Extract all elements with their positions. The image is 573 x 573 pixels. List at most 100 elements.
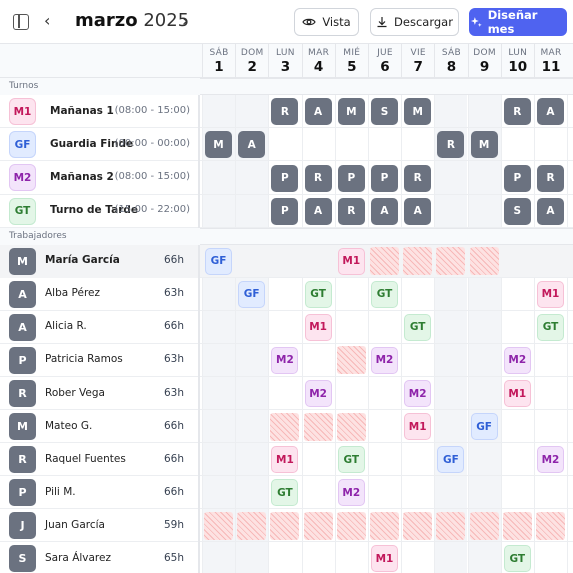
design-month-button[interactable]: Diseñar mes (469, 8, 567, 36)
unavailable-cell[interactable] (370, 247, 399, 276)
assigned-worker-cell[interactable]: A (238, 131, 266, 159)
shift-badge-cell[interactable]: M1 (537, 280, 564, 308)
assigned-worker-cell[interactable]: R (537, 164, 564, 192)
view-button[interactable]: Vista (294, 8, 359, 36)
shift-badge-cell[interactable]: GT (271, 479, 299, 507)
assigned-worker-cell[interactable]: A (371, 197, 398, 225)
assigned-worker-cell[interactable]: P (271, 164, 299, 192)
assigned-worker-cell[interactable]: P (371, 164, 398, 192)
shift-badge-cell[interactable]: GF (470, 413, 498, 441)
unavailable-cell[interactable] (469, 247, 499, 276)
worker-row-header[interactable]: R Rober Vega 63h (0, 377, 200, 411)
unavailable-cell[interactable] (336, 412, 366, 441)
unavailable-cell[interactable] (336, 511, 366, 540)
assigned-worker-cell[interactable]: R (271, 98, 299, 126)
shift-badge-cell[interactable]: M2 (337, 479, 365, 507)
day-header[interactable]: JUE 6 (368, 44, 401, 78)
shift-badge-cell[interactable]: GF (238, 280, 266, 308)
unavailable-cell[interactable] (370, 511, 399, 540)
unavailable-cell[interactable] (536, 511, 565, 540)
assigned-worker-cell[interactable]: A (537, 98, 564, 126)
shift-row-header[interactable]: GF Guardia Finde (00:00 - 00:00) (0, 128, 200, 162)
unavailable-cell[interactable] (502, 511, 532, 540)
shift-badge-cell[interactable]: M1 (371, 545, 398, 573)
assigned-worker-cell[interactable]: A (304, 98, 332, 126)
chevron-right-icon[interactable]: › (182, 11, 188, 30)
day-header[interactable]: MAR 4 (301, 44, 335, 78)
assigned-worker-cell[interactable]: A (537, 197, 564, 225)
shift-badge-cell[interactable]: M2 (271, 346, 299, 374)
unavailable-cell[interactable] (237, 511, 267, 540)
assigned-worker-cell[interactable]: P (337, 164, 365, 192)
unavailable-cell[interactable] (403, 511, 433, 540)
day-header[interactable]: MIÉ 5 (334, 44, 368, 78)
worker-row-header[interactable]: P Patricia Ramos 63h (0, 343, 200, 377)
shift-row-header[interactable]: M2 Mañanas 2 (08:00 - 15:00) (0, 161, 200, 195)
unavailable-cell[interactable] (436, 247, 466, 276)
shift-badge-cell[interactable]: GT (304, 280, 332, 308)
assigned-worker-cell[interactable]: R (404, 164, 432, 192)
assigned-worker-cell[interactable]: A (404, 197, 432, 225)
assigned-worker-cell[interactable]: P (271, 197, 299, 225)
shift-row-header[interactable]: M1 Mañanas 1 (08:00 - 15:00) (0, 95, 200, 129)
assigned-worker-cell[interactable]: A (304, 197, 332, 225)
unavailable-cell[interactable] (336, 346, 366, 375)
unavailable-cell[interactable] (270, 412, 300, 441)
shift-badge-cell[interactable]: GT (371, 280, 398, 308)
unavailable-cell[interactable] (303, 412, 333, 441)
shift-badge-cell[interactable]: M1 (503, 380, 531, 408)
shift-badge-cell[interactable]: M2 (404, 380, 432, 408)
day-header[interactable]: VIE 7 (401, 44, 434, 78)
assigned-worker-cell[interactable]: S (503, 197, 531, 225)
assigned-worker-cell[interactable]: M (337, 98, 365, 126)
shift-badge-cell[interactable]: GT (404, 313, 432, 341)
assigned-worker-cell[interactable]: R (304, 164, 332, 192)
shift-row-header[interactable]: GT Turno de Tarde (15:00 - 22:00) (0, 194, 200, 228)
shift-badge-cell[interactable]: M1 (337, 247, 365, 275)
download-button[interactable]: Descargar (370, 8, 459, 36)
assigned-worker-cell[interactable]: M (205, 131, 232, 159)
day-header[interactable]: DOM 9 (467, 44, 501, 78)
worker-row-header[interactable]: A Alicia R. 66h (0, 310, 200, 344)
unavailable-cell[interactable] (270, 511, 300, 540)
shift-badge-cell[interactable]: GT (337, 446, 365, 474)
unavailable-cell[interactable] (303, 511, 333, 540)
shift-badge-cell[interactable]: GF (437, 446, 465, 474)
day-header[interactable]: MAR 11 (534, 44, 567, 78)
day-header[interactable]: SÁB 1 (202, 44, 235, 78)
assigned-worker-cell[interactable]: R (437, 131, 465, 159)
day-header[interactable]: LUN 3 (268, 44, 301, 78)
shift-badge-cell[interactable]: M1 (271, 446, 299, 474)
assigned-worker-cell[interactable]: M (404, 98, 432, 126)
worker-row-header[interactable]: M Mateo G. 66h (0, 410, 200, 444)
shift-badge-cell[interactable]: M2 (304, 380, 332, 408)
day-header[interactable]: LUN 10 (500, 44, 534, 78)
worker-row-header[interactable]: P Pili M. 66h (0, 476, 200, 510)
shift-badge-cell[interactable]: M1 (304, 313, 332, 341)
worker-row-header[interactable]: R Raquel Fuentes 66h (0, 443, 200, 477)
sidebar-toggle-icon[interactable] (13, 14, 29, 30)
worker-row-header[interactable]: A Alba Pérez 63h (0, 277, 200, 311)
assigned-worker-cell[interactable]: P (503, 164, 531, 192)
day-header[interactable]: DOM 2 (235, 44, 268, 78)
day-header[interactable]: SÁB 8 (434, 44, 467, 78)
unavailable-cell[interactable] (469, 511, 499, 540)
chevron-left-icon[interactable]: ‹ (44, 11, 50, 30)
shift-badge-cell[interactable]: M2 (371, 346, 398, 374)
shift-badge-cell[interactable]: M2 (537, 446, 564, 474)
shift-badge-cell[interactable]: GT (537, 313, 564, 341)
unavailable-cell[interactable] (403, 247, 433, 276)
assigned-worker-cell[interactable]: R (337, 197, 365, 225)
worker-row-header[interactable]: M María García 66h (0, 244, 200, 278)
unavailable-cell[interactable] (204, 511, 233, 540)
shift-badge-cell[interactable]: M2 (503, 346, 531, 374)
shift-badge-cell[interactable]: M1 (404, 413, 432, 441)
shift-badge-cell[interactable]: GT (503, 545, 531, 573)
assigned-worker-cell[interactable]: S (371, 98, 398, 126)
assigned-worker-cell[interactable]: M (470, 131, 498, 159)
unavailable-cell[interactable] (436, 511, 466, 540)
worker-row-header[interactable]: J Juan García 59h (0, 509, 200, 543)
assigned-worker-cell[interactable]: R (503, 98, 531, 126)
worker-row-header[interactable]: S Sara Álvarez 65h (0, 542, 200, 573)
shift-badge-cell[interactable]: GF (205, 247, 232, 275)
